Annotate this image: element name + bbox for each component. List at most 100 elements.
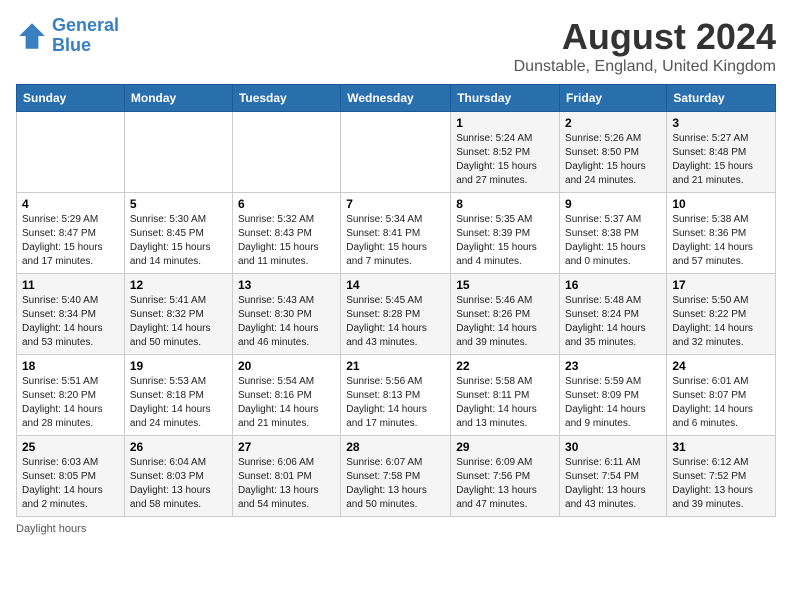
day-number: 27	[238, 440, 335, 454]
day-number: 12	[130, 278, 227, 292]
day-number: 30	[565, 440, 661, 454]
cell-content: Sunrise: 5:35 AM Sunset: 8:39 PM Dayligh…	[456, 213, 554, 269]
day-number: 9	[565, 197, 661, 211]
daylight-label: Daylight hours	[16, 523, 86, 535]
cell-content: Sunrise: 5:41 AM Sunset: 8:32 PM Dayligh…	[130, 294, 227, 350]
day-number: 7	[346, 197, 445, 211]
calendar-cell: 7Sunrise: 5:34 AM Sunset: 8:41 PM Daylig…	[341, 193, 451, 274]
weekday-header: Tuesday	[232, 85, 340, 112]
cell-content: Sunrise: 5:30 AM Sunset: 8:45 PM Dayligh…	[130, 213, 227, 269]
day-number: 15	[456, 278, 554, 292]
cell-content: Sunrise: 5:37 AM Sunset: 8:38 PM Dayligh…	[565, 213, 661, 269]
day-number: 10	[672, 197, 770, 211]
calendar-cell: 31Sunrise: 6:12 AM Sunset: 7:52 PM Dayli…	[667, 436, 776, 517]
calendar-cell: 28 Sunrise: 6:07 AM Sunset: 7:58 PM Dayli…	[341, 436, 451, 517]
calendar-cell: 21Sunrise: 5:56 AM Sunset: 8:13 PM Dayli…	[341, 355, 451, 436]
cell-content: Sunrise: 5:24 AM Sunset: 8:52 PM Dayligh…	[456, 132, 554, 188]
day-number: 28	[346, 440, 445, 454]
calendar-cell: 26 Sunrise: 6:04 AM Sunset: 8:03 PM Dayli…	[124, 436, 232, 517]
cell-content: Sunrise: 5:27 AM Sunset: 8:48 PM Dayligh…	[672, 132, 770, 188]
cell-content: Sunrise: 5:51 AM Sunset: 8:20 PM Dayligh…	[22, 375, 119, 431]
calendar-cell: 23 Sunrise: 5:59 AM Sunset: 8:09 PM Dayli…	[560, 355, 667, 436]
day-number: 21	[346, 359, 445, 373]
day-number: 16	[565, 278, 661, 292]
calendar-cell	[17, 112, 125, 193]
cell-content: Sunrise: 5:26 AM Sunset: 8:50 PM Dayligh…	[565, 132, 661, 188]
calendar-cell: 25 Sunrise: 6:03 AM Sunset: 8:05 PM Dayli…	[17, 436, 125, 517]
weekday-header: Thursday	[451, 85, 560, 112]
logo-icon	[16, 20, 48, 52]
header: General Blue August 2024 Dunstable, Engl…	[16, 16, 776, 76]
calendar-week-row: 25 Sunrise: 6:03 AM Sunset: 8:05 PM Dayli…	[17, 436, 776, 517]
calendar-body: 1Sunrise: 5:24 AM Sunset: 8:52 PM Daylig…	[17, 112, 776, 517]
cell-content: Sunrise: 5:32 AM Sunset: 8:43 PM Dayligh…	[238, 213, 335, 269]
day-number: 4	[22, 197, 119, 211]
cell-content: Sunrise: 5:59 AM Sunset: 8:09 PM Dayligh…	[565, 375, 661, 431]
day-number: 23	[565, 359, 661, 373]
calendar-cell: 12 Sunrise: 5:41 AM Sunset: 8:32 PM Dayli…	[124, 274, 232, 355]
weekday-header: Sunday	[17, 85, 125, 112]
day-number: 3	[672, 116, 770, 130]
calendar-cell: 13 Sunrise: 5:43 AM Sunset: 8:30 PM Dayli…	[232, 274, 340, 355]
cell-content: Sunrise: 5:54 AM Sunset: 8:16 PM Dayligh…	[238, 375, 335, 431]
day-number: 29	[456, 440, 554, 454]
calendar-week-row: 1Sunrise: 5:24 AM Sunset: 8:52 PM Daylig…	[17, 112, 776, 193]
day-number: 25	[22, 440, 119, 454]
cell-content: Sunrise: 5:40 AM Sunset: 8:34 PM Dayligh…	[22, 294, 119, 350]
day-number: 17	[672, 278, 770, 292]
calendar-table: SundayMondayTuesdayWednesdayThursdayFrid…	[16, 84, 776, 517]
calendar-week-row: 11Sunrise: 5:40 AM Sunset: 8:34 PM Dayli…	[17, 274, 776, 355]
cell-content: Sunrise: 6:06 AM Sunset: 8:01 PM Dayligh…	[238, 456, 335, 512]
calendar-cell: 16 Sunrise: 5:48 AM Sunset: 8:24 PM Dayli…	[560, 274, 667, 355]
calendar-title: August 2024	[514, 16, 776, 58]
calendar-cell: 2Sunrise: 5:26 AM Sunset: 8:50 PM Daylig…	[560, 112, 667, 193]
cell-content: Sunrise: 5:46 AM Sunset: 8:26 PM Dayligh…	[456, 294, 554, 350]
cell-content: Sunrise: 5:43 AM Sunset: 8:30 PM Dayligh…	[238, 294, 335, 350]
calendar-cell: 11Sunrise: 5:40 AM Sunset: 8:34 PM Dayli…	[17, 274, 125, 355]
calendar-week-row: 4 Sunrise: 5:29 AM Sunset: 8:47 PM Daylig…	[17, 193, 776, 274]
day-number: 20	[238, 359, 335, 373]
calendar-cell: 22 Sunrise: 5:58 AM Sunset: 8:11 PM Dayli…	[451, 355, 560, 436]
weekday-header: Monday	[124, 85, 232, 112]
day-number: 19	[130, 359, 227, 373]
calendar-week-row: 18 Sunrise: 5:51 AM Sunset: 8:20 PM Dayli…	[17, 355, 776, 436]
cell-content: Sunrise: 5:48 AM Sunset: 8:24 PM Dayligh…	[565, 294, 661, 350]
day-number: 22	[456, 359, 554, 373]
calendar-cell: 24Sunrise: 6:01 AM Sunset: 8:07 PM Dayli…	[667, 355, 776, 436]
day-number: 18	[22, 359, 119, 373]
calendar-cell: 14 Sunrise: 5:45 AM Sunset: 8:28 PM Dayli…	[341, 274, 451, 355]
calendar-cell: 5 Sunrise: 5:30 AM Sunset: 8:45 PM Daylig…	[124, 193, 232, 274]
logo: General Blue	[16, 16, 119, 56]
calendar-cell: 3 Sunrise: 5:27 AM Sunset: 8:48 PM Daylig…	[667, 112, 776, 193]
cell-content: Sunrise: 5:53 AM Sunset: 8:18 PM Dayligh…	[130, 375, 227, 431]
day-number: 13	[238, 278, 335, 292]
cell-content: Sunrise: 5:45 AM Sunset: 8:28 PM Dayligh…	[346, 294, 445, 350]
calendar-cell: 9 Sunrise: 5:37 AM Sunset: 8:38 PM Daylig…	[560, 193, 667, 274]
cell-content: Sunrise: 5:58 AM Sunset: 8:11 PM Dayligh…	[456, 375, 554, 431]
calendar-cell: 30 Sunrise: 6:11 AM Sunset: 7:54 PM Dayli…	[560, 436, 667, 517]
cell-content: Sunrise: 5:29 AM Sunset: 8:47 PM Dayligh…	[22, 213, 119, 269]
cell-content: Sunrise: 5:38 AM Sunset: 8:36 PM Dayligh…	[672, 213, 770, 269]
calendar-cell: 10 Sunrise: 5:38 AM Sunset: 8:36 PM Dayli…	[667, 193, 776, 274]
calendar-cell	[124, 112, 232, 193]
weekday-header: Saturday	[667, 85, 776, 112]
calendar-cell: 1Sunrise: 5:24 AM Sunset: 8:52 PM Daylig…	[451, 112, 560, 193]
calendar-cell: 17Sunrise: 5:50 AM Sunset: 8:22 PM Dayli…	[667, 274, 776, 355]
day-number: 26	[130, 440, 227, 454]
calendar-header-row: SundayMondayTuesdayWednesdayThursdayFrid…	[17, 85, 776, 112]
calendar-cell: 15 Sunrise: 5:46 AM Sunset: 8:26 PM Dayli…	[451, 274, 560, 355]
cell-content: Sunrise: 6:04 AM Sunset: 8:03 PM Dayligh…	[130, 456, 227, 512]
cell-content: Sunrise: 6:11 AM Sunset: 7:54 PM Dayligh…	[565, 456, 661, 512]
day-number: 31	[672, 440, 770, 454]
cell-content: Sunrise: 6:07 AM Sunset: 7:58 PM Dayligh…	[346, 456, 445, 512]
logo-line2: Blue	[52, 35, 91, 55]
weekday-header: Wednesday	[341, 85, 451, 112]
calendar-cell: 29 Sunrise: 6:09 AM Sunset: 7:56 PM Dayli…	[451, 436, 560, 517]
logo-line1: General	[52, 15, 119, 35]
calendar-cell: 27 Sunrise: 6:06 AM Sunset: 8:01 PM Dayli…	[232, 436, 340, 517]
cell-content: Sunrise: 6:09 AM Sunset: 7:56 PM Dayligh…	[456, 456, 554, 512]
calendar-cell: 8Sunrise: 5:35 AM Sunset: 8:39 PM Daylig…	[451, 193, 560, 274]
cell-content: Sunrise: 6:03 AM Sunset: 8:05 PM Dayligh…	[22, 456, 119, 512]
day-number: 5	[130, 197, 227, 211]
day-number: 14	[346, 278, 445, 292]
